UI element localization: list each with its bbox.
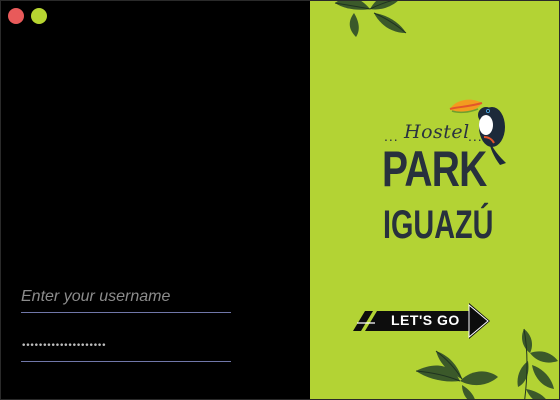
close-button[interactable] (8, 8, 24, 24)
logo-iguazu-text: IGUAZÚ (383, 203, 494, 247)
login-panel (1, 1, 310, 399)
logo-hostel-text: Hostel (404, 121, 470, 143)
leaf-icon (415, 328, 558, 399)
app-window: ... Hostel ... PARK IGUAZÚ LET'S GO (0, 0, 560, 400)
username-input[interactable] (21, 285, 231, 309)
username-field (21, 285, 231, 313)
username-underline (21, 312, 231, 313)
password-input[interactable] (21, 336, 231, 356)
password-underline (21, 361, 231, 362)
minimize-button[interactable] (31, 8, 47, 24)
logo-park-text: PARK (382, 141, 487, 197)
password-field (21, 336, 231, 362)
brand-panel: ... Hostel ... PARK IGUAZÚ LET'S GO (310, 1, 559, 399)
